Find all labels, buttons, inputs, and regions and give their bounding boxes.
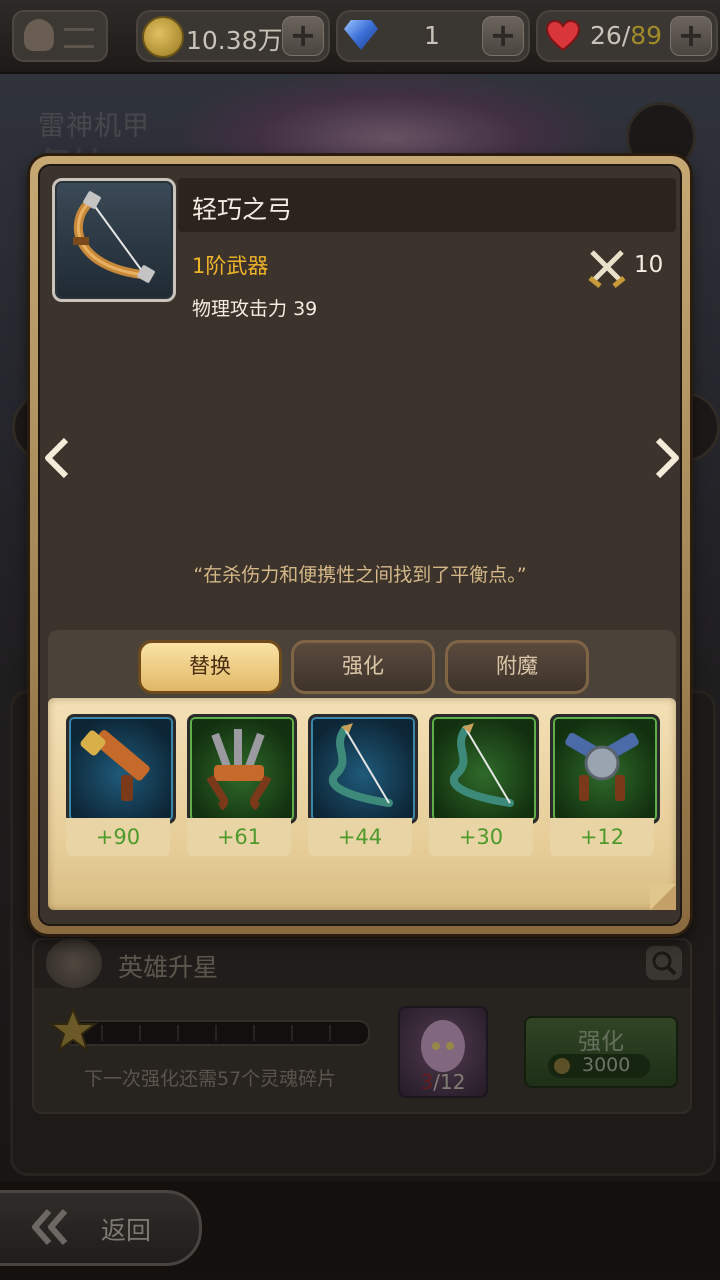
weapon-frame — [66, 714, 176, 824]
slot-bonus: +12 — [550, 818, 654, 856]
stamina-separator: / — [621, 21, 631, 50]
add-stamina-button[interactable]: + — [670, 16, 712, 56]
next-item-arrow[interactable] — [652, 436, 682, 480]
item-thumbnail — [52, 178, 176, 302]
bazooka-icon — [80, 730, 150, 801]
tab-replace[interactable]: 替换 — [138, 640, 282, 694]
add-gold-button[interactable]: + — [282, 16, 324, 56]
action-tabs: 替换 强化 附魔 — [48, 630, 676, 706]
crossed-swords-icon — [588, 250, 626, 288]
power-value: 10 — [634, 252, 664, 278]
tab-enhance[interactable]: 强化 — [291, 640, 435, 694]
equipment-detail-content: 轻巧之弓 1阶武器 物理攻击力 39 10 “在杀伤力和便携性之间找到了平衡点。… — [38, 164, 682, 926]
slot-bonus: +61 — [187, 818, 291, 856]
stat-label: 物理攻击力 — [192, 298, 288, 320]
gold-amount: 10.38万 — [186, 26, 283, 55]
serpent-bow-icon — [329, 723, 393, 807]
gold-counter: 10.38万 + — [136, 10, 330, 62]
back-label: 返回 — [101, 1216, 152, 1245]
multi-crossbow-icon — [206, 729, 272, 811]
weapon-frame — [550, 714, 660, 824]
prev-item-arrow[interactable] — [42, 436, 72, 480]
stamina-current: 26 — [590, 21, 622, 50]
back-button[interactable]: 返回 — [0, 1190, 202, 1266]
gem-counter: 1 + — [336, 10, 530, 62]
gem-amount: 1 — [424, 21, 440, 50]
helmet-icon — [24, 19, 54, 51]
replacement-slot[interactable]: +30 — [429, 714, 539, 858]
replacement-slot[interactable]: +90 — [66, 714, 176, 858]
stat-value: 39 — [293, 298, 318, 320]
bow-icon — [73, 191, 155, 283]
add-gems-button[interactable]: + — [482, 16, 524, 56]
item-tier: 1阶武器 — [192, 254, 269, 278]
page-curl — [650, 884, 676, 910]
weapon-frame — [429, 714, 539, 824]
heart-icon — [546, 20, 580, 52]
slot-bonus: +90 — [66, 818, 170, 856]
weapon-frame — [308, 714, 418, 824]
item-description: “在杀伤力和便携性之间找到了平衡点。” — [193, 564, 527, 586]
back-arrow-icon — [32, 1209, 68, 1245]
menu-button[interactable] — [12, 10, 108, 62]
item-name: 轻巧之弓 — [192, 195, 293, 224]
stamina-counter: 26/89 + — [536, 10, 718, 62]
replacement-list: +90 +61 +44 +30 +12 — [48, 698, 676, 910]
item-stat: 物理攻击力 39 — [192, 294, 317, 321]
replacement-slot[interactable]: +44 — [308, 714, 418, 858]
resource-bar: 10.38万 + 1 + 26/89 + — [0, 0, 720, 74]
replacement-slot[interactable]: +12 — [550, 714, 660, 858]
twin-cannon-icon — [565, 732, 639, 801]
equipment-detail-modal: 轻巧之弓 1阶武器 物理攻击力 39 10 “在杀伤力和便携性之间找到了平衡点。… — [30, 156, 690, 934]
menu-lines-icon — [64, 28, 94, 48]
tab-enchant[interactable]: 附魔 — [445, 640, 589, 694]
coin-icon — [142, 16, 184, 58]
gem-icon — [344, 20, 378, 50]
replacement-slot[interactable]: +61 — [187, 714, 297, 858]
slot-bonus: +30 — [429, 818, 533, 856]
slot-bonus: +44 — [308, 818, 412, 856]
serpent-bow-icon — [450, 723, 514, 807]
weapon-frame — [187, 714, 297, 824]
stamina-amount: 26/89 — [590, 21, 662, 50]
stamina-max: 89 — [630, 21, 663, 50]
